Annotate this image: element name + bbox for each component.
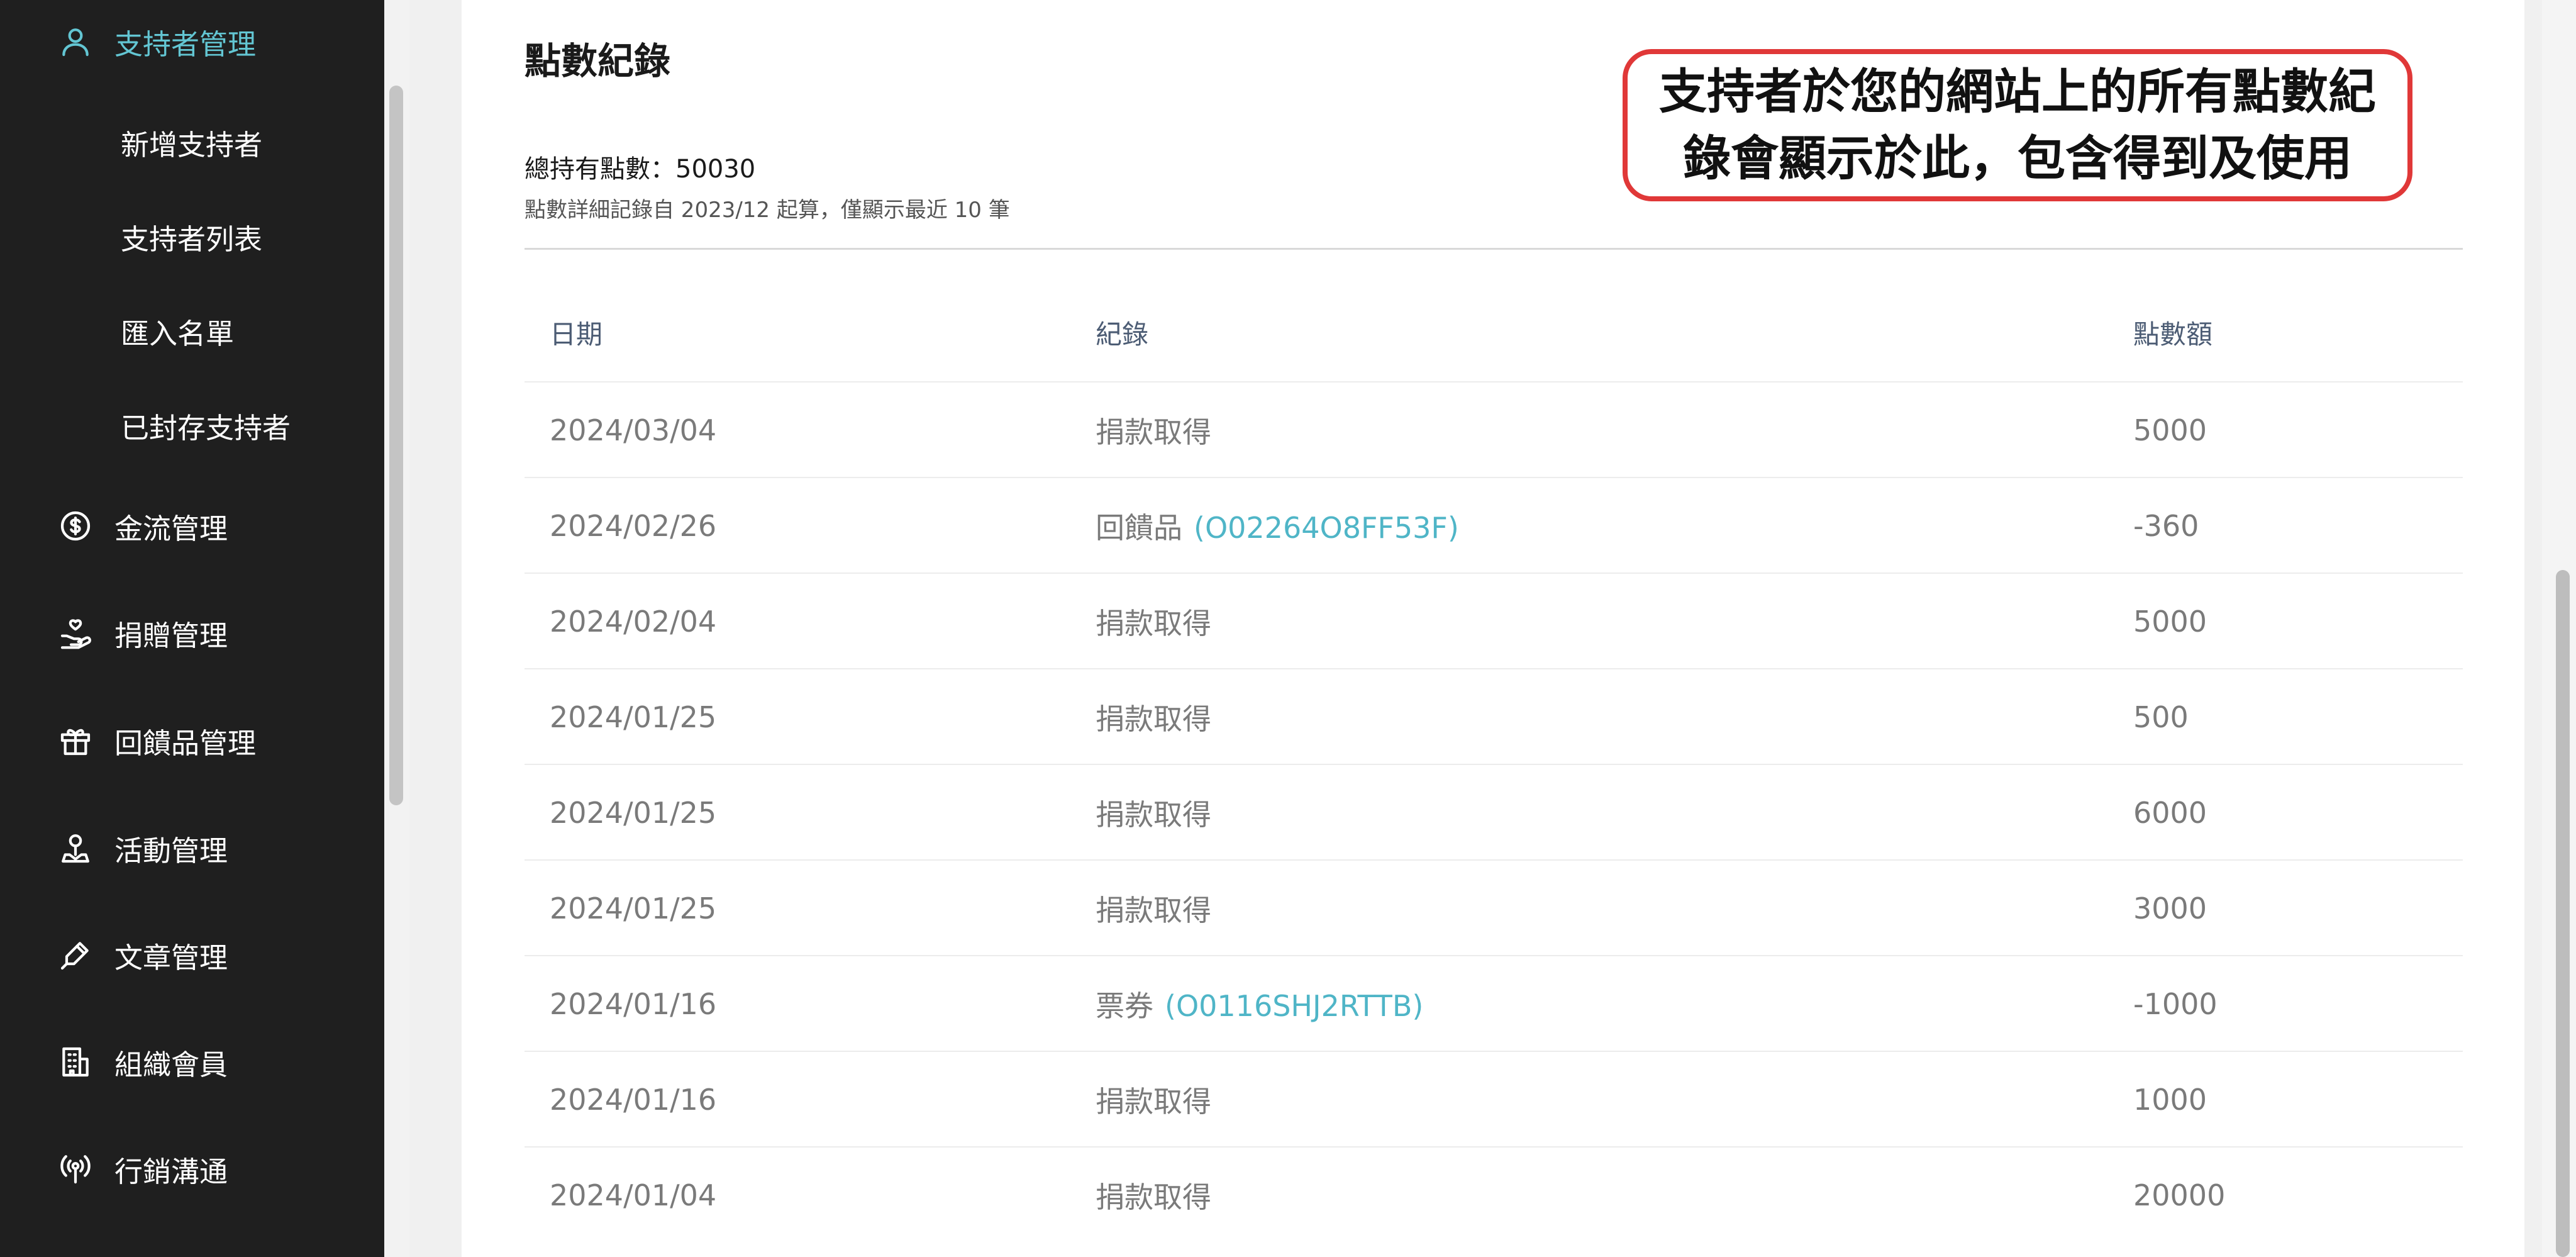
donation-hand-icon: [58, 615, 93, 651]
cell-record: 捐款取得: [1096, 792, 1211, 834]
cell-amount: 1000: [2133, 1083, 2207, 1117]
divider: [525, 248, 2463, 250]
cell-date: 2024/02/04: [550, 605, 717, 639]
cell-date: 2024/01/04: [550, 1178, 717, 1212]
sidebar-item-label: 回饋品管理: [114, 726, 257, 760]
record-text: 捐款取得: [1096, 893, 1211, 927]
sidebar-item-events[interactable]: 活動管理: [0, 817, 384, 880]
cell-date: 2024/01/25: [550, 796, 717, 830]
sidebar-item-label: 組織會員: [114, 1048, 228, 1081]
column-header-amount: 點數額: [2133, 319, 2213, 350]
order-code-link[interactable]: (O0116SHJ2RTTB): [1165, 989, 1423, 1023]
sidebar-item-payments[interactable]: 金流管理: [0, 494, 384, 557]
cell-amount: 5000: [2133, 413, 2207, 447]
table-row: 2024/01/16 捐款取得 1000: [525, 1051, 2463, 1148]
cell-date: 2024/01/25: [550, 700, 717, 734]
table-row: 2024/01/25 捐款取得 6000: [525, 764, 2463, 861]
annotation-callout: 支持者於您的網站上的所有點數紀錄會顯示於此，包含得到及使用: [1623, 49, 2412, 201]
building-icon: [58, 1044, 93, 1080]
cell-record: 捐款取得: [1096, 888, 1211, 929]
dollar-icon: [58, 508, 93, 544]
sidebar-item-supporters[interactable]: 支持者管理: [0, 10, 384, 73]
sidebar-subitem-label: 已封存支持者: [121, 411, 291, 445]
sidebar-item-label: 捐贈管理: [114, 618, 228, 652]
record-text: 票券: [1096, 989, 1153, 1023]
cell-date: 2024/03/04: [550, 413, 717, 447]
table-row: 2024/02/26 回饋品 (O02264O8FF53F) -360: [525, 477, 2463, 574]
cell-amount: 3000: [2133, 891, 2207, 925]
sidebar-item-marketing[interactable]: 行銷溝通: [0, 1137, 384, 1200]
cell-record: 回饋品 (O02264O8FF53F): [1096, 505, 1459, 547]
table-row: 2024/02/04 捐款取得 5000: [525, 573, 2463, 669]
cell-record: 捐款取得: [1096, 696, 1211, 738]
sidebar-subitem-label: 新增支持者: [121, 128, 263, 162]
sidebar-item-donations[interactable]: 捐贈管理: [0, 601, 384, 664]
points-record-note: 點數詳細記錄自 2023/12 起算，僅顯示最近 10 筆: [525, 198, 1010, 223]
table-row: 2024/01/16 票券 (O0116SHJ2RTTB) -1000: [525, 955, 2463, 1052]
sidebar-subitem-import-list[interactable]: 匯入名單: [0, 299, 384, 362]
column-header-record: 紀錄: [1096, 319, 1149, 350]
cell-amount: 500: [2133, 700, 2189, 734]
total-points: 總持有點數：50030: [525, 155, 756, 184]
sidebar-subitem-label: 匯入名單: [121, 316, 235, 350]
pin-icon: [58, 830, 93, 866]
sidebar-item-label: 活動管理: [114, 834, 228, 868]
sidebar-scrollbar-thumb[interactable]: [389, 86, 403, 805]
table-row: 2024/01/25 捐款取得 500: [525, 668, 2463, 765]
record-text: 捐款取得: [1096, 702, 1211, 736]
sidebar-item-articles[interactable]: 文章管理: [0, 924, 384, 986]
sidebar-item-label: 文章管理: [114, 941, 228, 975]
sidebar-item-org-members[interactable]: 組織會員: [0, 1031, 384, 1093]
cell-amount: 6000: [2133, 796, 2207, 830]
sidebar-subitem-add-supporter[interactable]: 新增支持者: [0, 111, 384, 174]
cell-record: 捐款取得: [1096, 410, 1211, 451]
cell-record: 捐款取得: [1096, 1079, 1211, 1120]
column-header-date: 日期: [550, 319, 603, 350]
main-scrollbar-thumb[interactable]: [2556, 570, 2570, 1257]
record-text: 捐款取得: [1096, 798, 1211, 832]
table-row: 2024/01/25 捐款取得 3000: [525, 859, 2463, 956]
sidebar-subitem-archived-supporters[interactable]: 已封存支持者: [0, 394, 384, 457]
annotation-callout-text: 支持者於您的網站上的所有點數紀錄會顯示於此，包含得到及使用: [1659, 64, 2376, 186]
cell-amount: -360: [2133, 509, 2199, 543]
cell-amount: 5000: [2133, 605, 2207, 639]
cell-record: 捐款取得: [1096, 1175, 1211, 1216]
gift-icon: [58, 723, 93, 758]
sidebar-subitem-supporter-list[interactable]: 支持者列表: [0, 205, 384, 268]
cell-date: 2024/01/16: [550, 1083, 717, 1117]
table-row: 2024/01/04 捐款取得 20000: [525, 1146, 2463, 1243]
cell-record: 票券 (O0116SHJ2RTTB): [1096, 983, 1423, 1025]
page-title: 點數紀錄: [525, 40, 671, 82]
record-text: 捐款取得: [1096, 1085, 1211, 1119]
cell-amount: -1000: [2133, 987, 2218, 1021]
sidebar-item-label: 支持者管理: [114, 27, 257, 61]
sidebar-item-label: 行銷溝通: [114, 1154, 228, 1188]
record-text: 捐款取得: [1096, 606, 1211, 640]
pen-icon: [58, 937, 93, 973]
record-text: 捐款取得: [1096, 415, 1211, 449]
order-code-link[interactable]: (O02264O8FF53F): [1194, 511, 1459, 545]
cell-record: 捐款取得: [1096, 601, 1211, 642]
record-text: 捐款取得: [1096, 1180, 1211, 1214]
sidebar-item-label: 金流管理: [114, 511, 228, 545]
cell-amount: 20000: [2133, 1178, 2226, 1212]
cell-date: 2024/01/16: [550, 987, 717, 1021]
sidebar-item-rewards[interactable]: 回饋品管理: [0, 709, 384, 772]
broadcast-icon: [58, 1151, 93, 1187]
table-row: 2024/03/04 捐款取得 5000: [525, 381, 2463, 478]
sidebar-subitem-label: 支持者列表: [121, 222, 263, 256]
record-text: 回饋品: [1096, 511, 1182, 545]
cell-date: 2024/01/25: [550, 891, 717, 925]
sidebar: 支持者管理 新增支持者 支持者列表 匯入名單 已封存支持者 金流管理 捐贈管理 …: [0, 0, 384, 1257]
cell-date: 2024/02/26: [550, 509, 717, 543]
person-icon: [58, 24, 93, 59]
